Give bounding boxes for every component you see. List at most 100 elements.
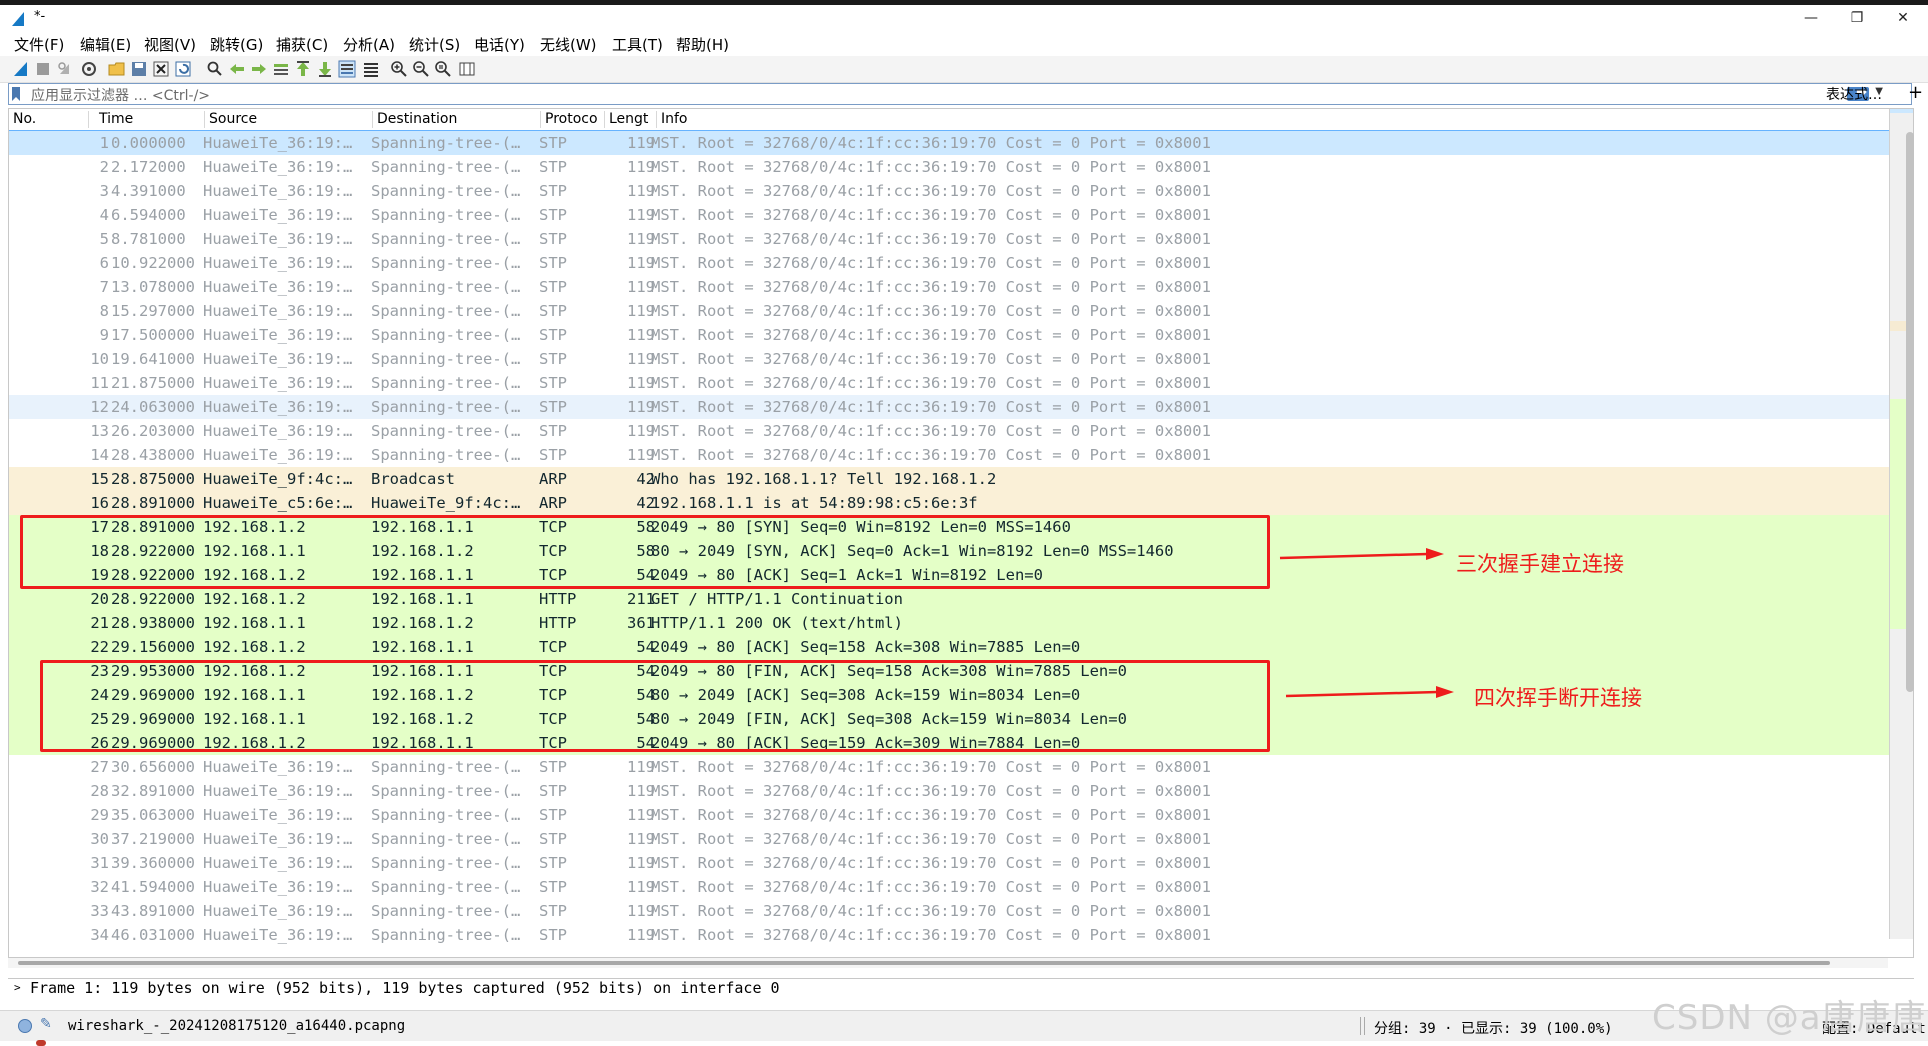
packet-row[interactable]: 13 26.203000 HuaweiTe_36:19:… Spanning-tree… [9, 419, 1889, 443]
menu-statistics[interactable]: 统计(S) [409, 34, 460, 55]
bookmark-icon[interactable] [11, 86, 21, 102]
packet-no: 16 [90, 494, 109, 512]
packet-row[interactable]: 4 6.594000 HuaweiTe_36:19:… Spanning-tree-(… [9, 203, 1889, 227]
packet-time: 43.891000 [111, 902, 195, 920]
col-header-time[interactable]: Time [89, 111, 205, 128]
frame-summary[interactable]: Frame 1: 119 bytes on wire (952 bits), 1… [30, 979, 780, 997]
packet-time: 24.063000 [111, 398, 195, 416]
save-icon[interactable] [130, 60, 148, 78]
menu-view[interactable]: 视图(V) [144, 34, 196, 55]
packet-row[interactable]: 9 17.500000 HuaweiTe_36:19:… Spanning-tree-… [9, 323, 1889, 347]
packet-no: 4 [99, 206, 109, 224]
menu-help[interactable]: 帮助(H) [676, 34, 729, 55]
expand-arrow-icon[interactable]: > [14, 979, 21, 997]
go-forward-icon[interactable] [250, 60, 268, 78]
menu-analyze[interactable]: 分析(A) [343, 34, 395, 55]
last-packet-icon[interactable] [316, 60, 334, 78]
packet-row[interactable]: 15 28.875000 HuaweiTe_9f:4c:… Broadcast ARP 4… [9, 467, 1889, 491]
menu-wireless[interactable]: 无线(W) [540, 34, 597, 55]
reload-icon[interactable] [174, 60, 192, 78]
packet-length: 42 [636, 494, 655, 512]
autoscroll-icon[interactable] [338, 60, 356, 78]
col-header-length[interactable]: Lengt [605, 111, 657, 128]
packet-no: 11 [90, 374, 109, 392]
packet-no: 3 [99, 182, 109, 200]
packet-row[interactable]: 2 2.172000 HuaweiTe_36:19:… Spanning-tree-(… [9, 155, 1889, 179]
go-to-packet-icon[interactable] [272, 60, 290, 78]
packet-row[interactable]: 16 28.891000 HuaweiTe_c5:6e:… HuaweiTe_9f:4… [9, 491, 1889, 515]
first-packet-icon[interactable] [294, 60, 312, 78]
menu-edit[interactable]: 编辑(E) [80, 34, 131, 55]
menu-telephony[interactable]: 电话(Y) [474, 34, 525, 55]
col-header-protocol[interactable]: Protoco [541, 111, 605, 128]
packet-time: 28.922000 [111, 590, 195, 608]
go-back-icon[interactable] [228, 60, 246, 78]
vertical-scrollbar[interactable] [1906, 132, 1914, 692]
stop-icon[interactable] [34, 60, 52, 78]
zoom-normal-icon[interactable] [434, 60, 452, 78]
packet-row[interactable]: 29 35.063000 HuaweiTe_36:19:… Spanning-tree… [9, 803, 1889, 827]
packet-row[interactable]: 6 10.922000 HuaweiTe_36:19:… Spanning-tree-… [9, 251, 1889, 275]
packet-row[interactable]: 22 29.156000 192.168.1.2 192.168.1.1 TCP 54 20… [9, 635, 1889, 659]
shark-fin-start-icon[interactable] [12, 60, 30, 78]
packet-details-pane[interactable]: > Frame 1: 119 bytes on wire (952 bits),… [8, 978, 1914, 997]
col-header-no[interactable]: No. [9, 111, 89, 128]
handshake-annotation: 三次握手建立连接 [1456, 552, 1624, 576]
packet-row[interactable]: 5 8.781000 HuaweiTe_36:19:… Spanning-tree-(… [9, 227, 1889, 251]
packet-row[interactable]: 27 30.656000 HuaweiTe_36:19:… Spanning-tree… [9, 755, 1889, 779]
packet-row[interactable]: 20 28.922000 192.168.1.2 192.168.1.1 HTTP 211… [9, 587, 1889, 611]
capture-comment-icon[interactable]: ✎ [40, 1016, 52, 1032]
zoom-out-icon[interactable] [412, 60, 430, 78]
packet-length: 119 [627, 374, 655, 392]
packet-info: MST. Root = 32768/0/4c:1f:cc:36:19:70 Co… [651, 206, 1211, 224]
options-gear-icon[interactable] [80, 60, 98, 78]
packet-row[interactable]: 11 21.875000 HuaweiTe_36:19:… Spanning-tree… [9, 371, 1889, 395]
expert-info-icon[interactable] [18, 1019, 32, 1033]
add-filter-button[interactable]: + [1908, 82, 1923, 103]
menu-go[interactable]: 跳转(G) [210, 34, 263, 55]
packet-row[interactable]: 8 15.297000 HuaweiTe_36:19:… Spanning-tree-… [9, 299, 1889, 323]
packet-row[interactable]: 34 46.031000 HuaweiTe_36:19:… Spanning-tree… [9, 923, 1889, 947]
packet-row[interactable]: 28 32.891000 HuaweiTe_36:19:… Spanning-tree… [9, 779, 1889, 803]
packet-time: 37.219000 [111, 830, 195, 848]
minimize-button[interactable]: — [1788, 7, 1834, 29]
packet-row[interactable]: 3 4.391000 HuaweiTe_36:19:… Spanning-tree-(… [9, 179, 1889, 203]
restart-icon[interactable] [56, 60, 74, 78]
filter-placeholder[interactable]: 应用显示过滤器 … <Ctrl-/> [31, 85, 210, 105]
expression-button[interactable]: 表达式… [1826, 84, 1882, 104]
horizontal-scrollbar[interactable] [8, 958, 1888, 968]
menu-capture[interactable]: 捕获(C) [276, 34, 328, 55]
restore-button[interactable]: ❐ [1834, 7, 1880, 29]
find-icon[interactable] [206, 60, 224, 78]
close-file-icon[interactable] [152, 60, 170, 78]
packet-row[interactable]: 10 19.641000 HuaweiTe_36:19:… Spanning-tree… [9, 347, 1889, 371]
packet-no: 27 [90, 758, 109, 776]
resize-columns-icon[interactable] [458, 60, 476, 78]
packet-row[interactable]: 33 43.891000 HuaweiTe_36:19:… Spanning-tree… [9, 899, 1889, 923]
menu-file[interactable]: 文件(F) [14, 34, 64, 55]
packet-row[interactable]: 21 28.938000 192.168.1.1 192.168.1.2 HTTP 361… [9, 611, 1889, 635]
packet-row[interactable]: 7 13.078000 HuaweiTe_36:19:… Spanning-tree-… [9, 275, 1889, 299]
packet-time: 28.891000 [111, 494, 195, 512]
col-header-source[interactable]: Source [205, 111, 373, 128]
packet-info: MST. Root = 32768/0/4c:1f:cc:36:19:70 Co… [651, 830, 1211, 848]
packet-row[interactable]: 32 41.594000 HuaweiTe_36:19:… Spanning-tree… [9, 875, 1889, 899]
scroll-thumb[interactable] [18, 961, 1830, 965]
col-header-info[interactable]: Info [657, 111, 1889, 128]
packet-row[interactable]: 12 24.063000 HuaweiTe_36:19:… Spanning-tree… [9, 395, 1889, 419]
packet-row[interactable]: 30 37.219000 HuaweiTe_36:19:… Spanning-tree… [9, 827, 1889, 851]
packet-row[interactable]: 1 0.000000 HuaweiTe_36:19:… Spanning-tree-(… [9, 130, 1890, 156]
close-button[interactable]: ✕ [1880, 7, 1926, 29]
packet-row[interactable]: 31 39.360000 HuaweiTe_36:19:… Spanning-tree… [9, 851, 1889, 875]
packet-length: 119 [627, 398, 655, 416]
display-filter-bar[interactable]: 应用显示过滤器 … <Ctrl-/> ➡ ▼ [8, 83, 1912, 105]
menu-tools[interactable]: 工具(T) [612, 34, 663, 55]
zoom-in-icon[interactable] [390, 60, 408, 78]
packet-source: 192.168.1.1 [203, 614, 306, 632]
packet-row[interactable]: 14 28.438000 HuaweiTe_36:19:… Spanning-tree… [9, 443, 1889, 467]
open-folder-icon[interactable] [108, 60, 126, 78]
colorize-icon[interactable] [362, 60, 380, 78]
packet-no: 1 [99, 134, 109, 152]
packet-no: 2 [99, 158, 109, 176]
col-header-destination[interactable]: Destination [373, 111, 541, 128]
